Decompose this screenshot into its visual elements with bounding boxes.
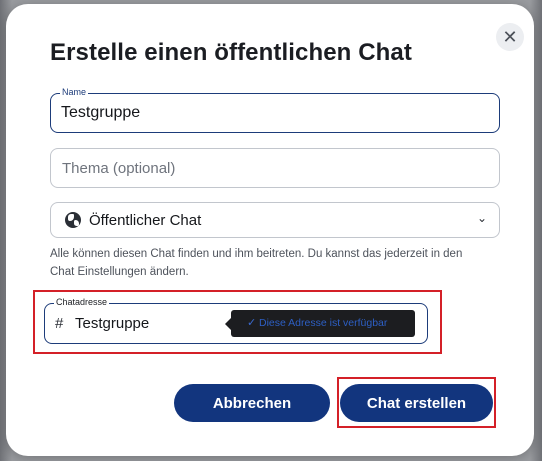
chat-address-value[interactable]: Testgruppe [75,315,149,332]
cancel-button[interactable]: Abbrechen [174,384,330,422]
visibility-select-value: Öffentlicher Chat [89,212,202,229]
globe-icon [65,212,81,228]
chevron-down-icon: ⌄ [476,211,487,225]
dialog-title: Erstelle einen öffentlichen Chat [50,39,412,66]
name-field[interactable]: Name Testgruppe [50,87,500,133]
topic-field-placeholder: Thema (optional) [62,160,176,177]
chat-address-label: Chatadresse [54,297,110,308]
topic-field[interactable]: Thema (optional) [50,148,500,188]
create-chat-button[interactable]: Chat erstellen [340,384,493,422]
visibility-select[interactable]: Öffentlicher Chat ⌄ [50,202,500,238]
address-available-tooltip: ✓ Diese Adresse ist verfügbar [225,310,415,337]
close-button[interactable]: ✕ [496,23,524,51]
tooltip-text: Diese Adresse ist verfügbar [259,317,388,329]
visibility-hint: Alle können diesen Chat finden und ihm b… [50,248,463,278]
name-field-label: Name [60,87,89,98]
check-icon: ✓ [247,317,257,329]
name-field-value[interactable]: Testgruppe [61,104,140,122]
hash-prefix: # [55,315,64,332]
close-icon: ✕ [502,27,518,47]
chat-address-field[interactable]: Chatadresse # Testgruppe ✓ Diese Adresse… [44,297,428,344]
